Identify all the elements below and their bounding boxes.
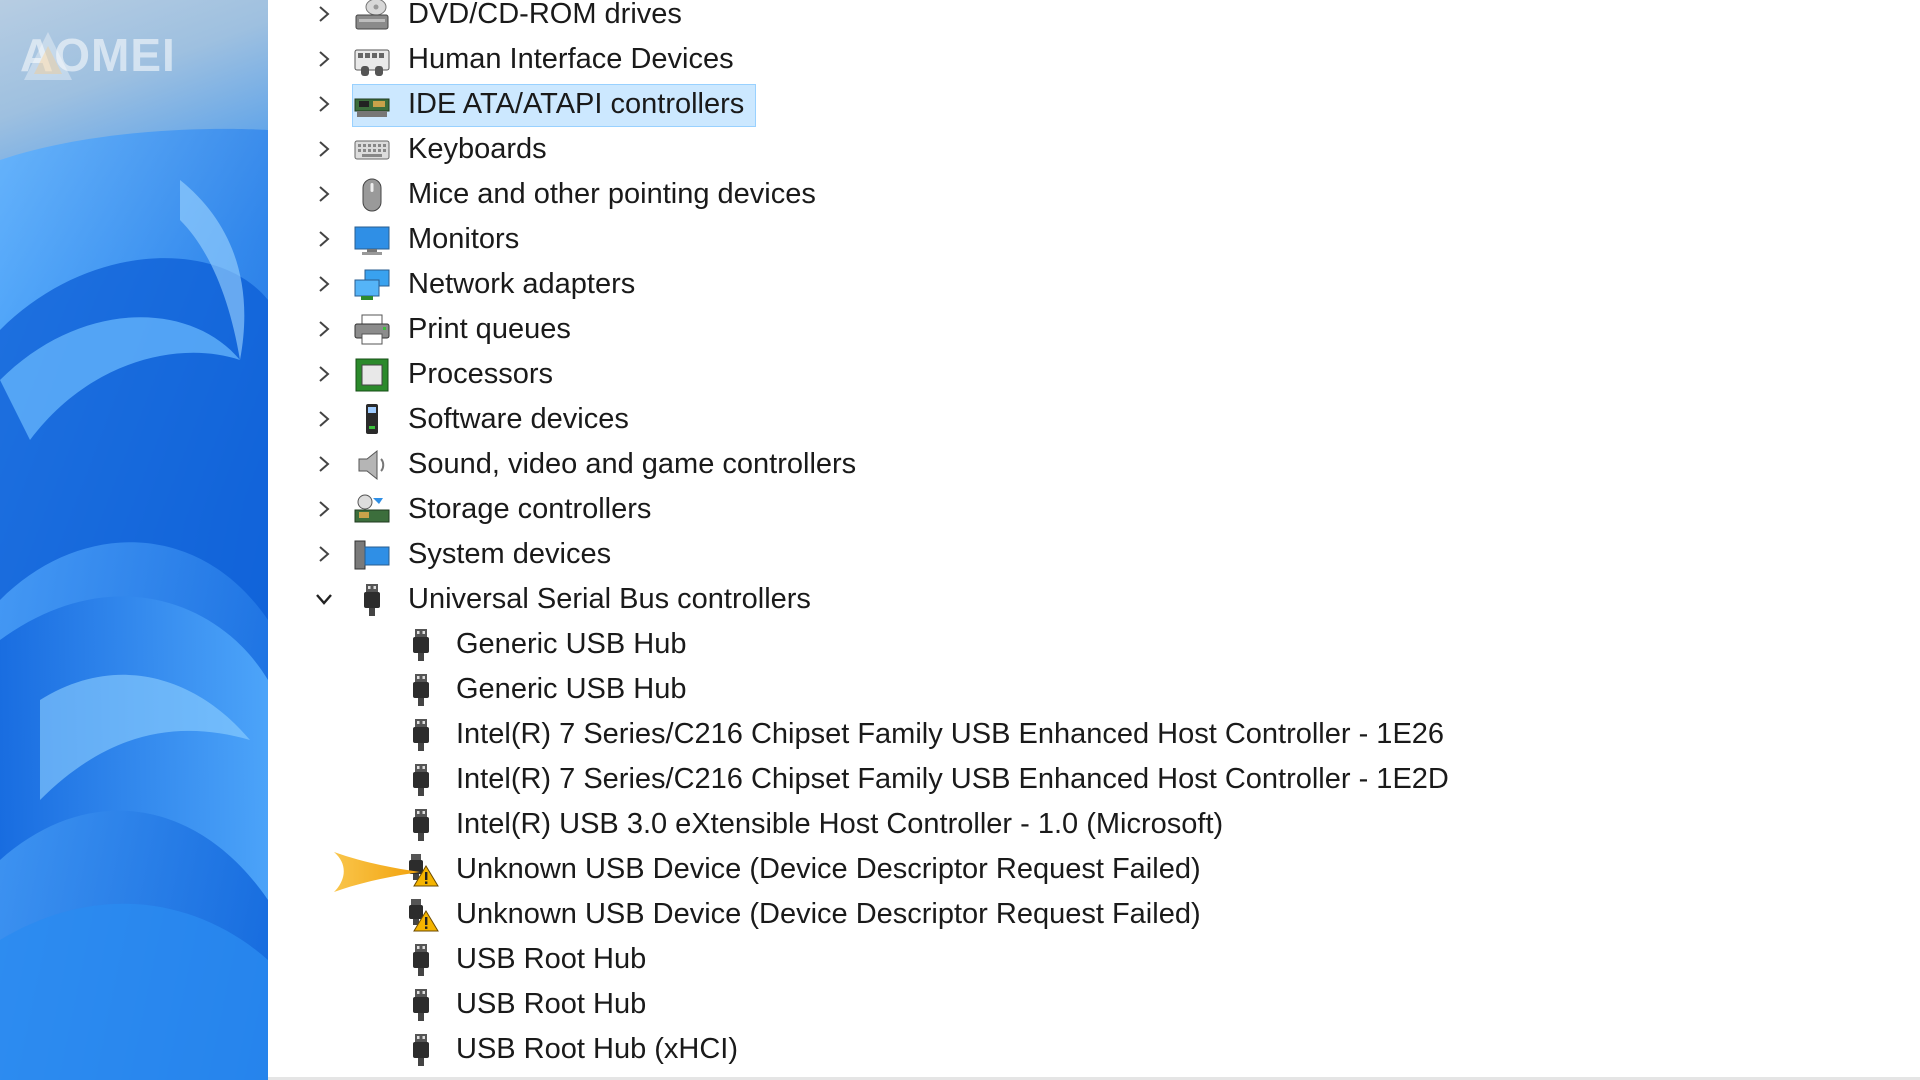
chevron-right-icon[interactable] [314,49,334,69]
tree-device-label: Intel(R) 7 Series/C216 Chipset Family US… [456,718,1445,750]
desktop-wallpaper: AOMEI [0,0,268,1080]
tree-category-human-interface-devices[interactable]: Human Interface Devices [268,37,1868,82]
pointer-arrow-icon [334,852,420,892]
tree-device-item[interactable]: Intel(R) USB 3.0 eXtensible Host Control… [268,802,1868,847]
tree-category-label: Sound, video and game controllers [408,448,857,480]
device-manager-tree-pane: DVD/CD-ROM drives Human Interface Devices… [268,0,1920,1080]
tree-device-item[interactable]: USB Root Hub (xHCI) [268,1027,1868,1072]
tree-category-sound-video-and-game-controllers[interactable]: Sound, video and game controllers [268,442,1868,487]
tree-category-monitors[interactable]: Monitors [268,217,1868,262]
wallpaper-bloom [0,128,268,1080]
tree-category-label: Mice and other pointing devices [408,178,816,210]
keyboard-icon [352,131,392,169]
usb-icon [401,1031,441,1069]
tree-category-network-adapters[interactable]: Network adapters [268,262,1868,307]
chevron-right-icon[interactable] [314,364,334,384]
tree-category-label: Storage controllers [408,493,652,525]
tree-device-unknown-usb-device[interactable]: Unknown USB Device (Device Descriptor Re… [268,892,1868,937]
chevron-right-icon[interactable] [314,4,334,24]
tree-category-storage-controllers[interactable]: Storage controllers [268,487,1868,532]
tree-category-software-devices[interactable]: Software devices [268,397,1868,442]
tree-category-keyboards[interactable]: Keyboards [268,127,1868,172]
chevron-right-icon[interactable] [314,499,334,519]
tree-category-dvd-cd-rom-drives[interactable]: DVD/CD-ROM drives [268,0,1868,37]
hid-icon [352,41,392,79]
tree-category-universal-serial-bus-controllers[interactable]: Universal Serial Bus controllers [268,577,1868,622]
dvd-drive-icon [352,0,392,34]
tree-category-label: Universal Serial Bus controllers [408,583,811,615]
tree-device-label: USB Root Hub [456,988,647,1020]
printer-icon [352,311,392,349]
chevron-right-icon[interactable] [314,229,334,249]
usb-icon [401,941,441,979]
tree-device-item[interactable]: Intel(R) 7 Series/C216 Chipset Family US… [268,712,1868,757]
tree-category-ide-ata-atapi-controllers[interactable]: IDE ATA/ATAPI controllers [268,82,1868,127]
monitor-icon [352,221,392,259]
tree-category-label: DVD/CD-ROM drives [408,0,682,30]
tree-device-label: Unknown USB Device (Device Descriptor Re… [456,898,1201,930]
tree-category-label: Keyboards [408,133,547,165]
tree-device-label: Intel(R) 7 Series/C216 Chipset Family US… [456,763,1449,795]
tree-device-unknown-usb-device[interactable]: Unknown USB Device (Device Descriptor Re… [268,847,1868,892]
tree-device-label: Generic USB Hub [456,673,687,705]
mouse-icon [352,176,392,214]
chevron-down-icon[interactable] [314,589,334,609]
chevron-right-icon[interactable] [314,274,334,294]
tree-device-label: Generic USB Hub [456,628,687,660]
tree-category-label: Human Interface Devices [408,43,734,75]
speaker-icon [352,446,392,484]
usb-icon [401,761,441,799]
tree-device-label: Unknown USB Device (Device Descriptor Re… [456,853,1201,885]
tree-category-label: IDE ATA/ATAPI controllers [408,88,745,120]
tree-device-item[interactable]: USB Root Hub [268,937,1868,982]
usb-icon [401,716,441,754]
tree-device-label: USB Root Hub [456,943,647,975]
tree-device-label: Intel(R) USB 3.0 eXtensible Host Control… [456,808,1224,840]
tree-category-system-devices[interactable]: System devices [268,532,1868,577]
system-device-icon [352,536,392,574]
tree-device-item[interactable]: USB Root Hub [268,982,1868,1027]
tree-device-item[interactable]: Generic USB Hub [268,667,1868,712]
tree-device-label: USB Root Hub (xHCI) [456,1033,739,1065]
usb-warning-icon [401,896,441,934]
usb-icon [401,806,441,844]
tree-category-label: Software devices [408,403,629,435]
chevron-right-icon[interactable] [314,139,334,159]
chevron-right-icon[interactable] [314,409,334,429]
storage-controller-icon [352,491,392,529]
tree-category-label: System devices [408,538,612,570]
usb-icon [352,581,392,619]
tree-device-item[interactable]: Generic USB Hub [268,622,1868,667]
chevron-right-icon[interactable] [314,544,334,564]
tree-category-label: Network adapters [408,268,636,300]
usb-icon [401,671,441,709]
tree-category-label: Print queues [408,313,571,345]
network-adapter-icon [352,266,392,304]
chevron-right-icon[interactable] [314,454,334,474]
aomei-watermark: AOMEI [20,28,176,82]
tree-category-label: Processors [408,358,554,390]
software-device-icon [352,401,392,439]
tree-category-processors[interactable]: Processors [268,352,1868,397]
chevron-right-icon[interactable] [314,94,334,114]
processor-icon [352,356,392,394]
chevron-right-icon[interactable] [314,184,334,204]
aomei-logo-icon [24,32,72,80]
ide-controller-icon [352,86,392,124]
tree-category-label: Monitors [408,223,520,255]
usb-icon [401,986,441,1024]
usb-icon [401,626,441,664]
chevron-right-icon[interactable] [314,319,334,339]
tree-category-mice-and-other-pointing-devices[interactable]: Mice and other pointing devices [268,172,1868,217]
tree-device-item[interactable]: Intel(R) 7 Series/C216 Chipset Family US… [268,757,1868,802]
tree-category-print-queues[interactable]: Print queues [268,307,1868,352]
